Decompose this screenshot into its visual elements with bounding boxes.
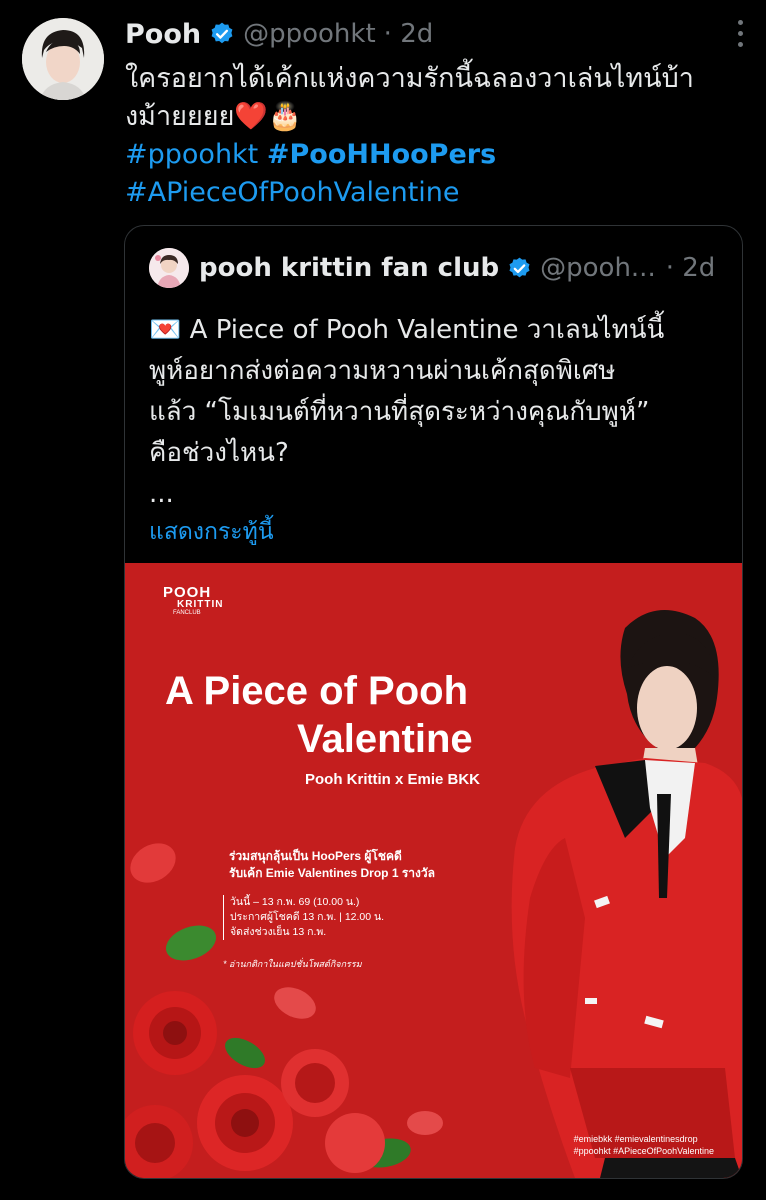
poster-hashtag-line: #emiebkk #emievalentinesdrop: [573, 1134, 698, 1144]
poster-dates: วันนี้ – 13 ก.พ. 69 (10.00 น.) ประกาศผู้…: [223, 895, 384, 940]
poster-image[interactable]: POOH KRITTIN FANCLUB A Piece of Pooh Val…: [125, 563, 742, 1178]
roses-decoration: [125, 843, 443, 1178]
author-avatar[interactable]: [22, 18, 104, 100]
poster-hashtag-line: #ppoohkt #APieceOfPoohValentine: [573, 1146, 714, 1156]
quoted-text-ellipsis: ...: [149, 479, 174, 509]
quoted-author-avatar[interactable]: [149, 248, 189, 288]
poster-title: Valentine: [297, 717, 473, 761]
poster-logo-line: FANCLUB: [173, 610, 201, 616]
quoted-tweet-time[interactable]: · 2d: [666, 253, 716, 283]
quoted-text-line: แล้ว “โมเมนต์ที่หวานที่สุดระหว่างคุณกับพ…: [149, 397, 650, 427]
poster-promo-line: รับเค้ก Emie Valentines Drop 1 รางวัล: [229, 866, 435, 880]
poster-logo: POOH KRITTIN FANCLUB: [163, 585, 223, 616]
tweet-text-line: ใครอยากได้เค้กแห่งความรักนี้ฉลองวาเล่นไท…: [125, 63, 694, 94]
poster-date-line: จัดส่งช่วงเย็น 13 ก.พ.: [230, 926, 327, 938]
poster-subtitle: Pooh Krittin x Emie BKK: [305, 771, 481, 788]
verified-badge-icon: [509, 257, 530, 277]
poster-date-line: ประกาศผู้โชคดี 13 ก.พ. | 12.00 น.: [230, 911, 385, 923]
poster-date-line: วันนี้ – 13 ก.พ. 69 (10.00 น.): [230, 896, 360, 908]
more-options-icon[interactable]: [736, 20, 744, 50]
poster-promo-line: ร่วมสนุกลุ้นเป็น HooPers ผู้โชคดี: [229, 849, 402, 863]
author-handle[interactable]: @ppoohkt: [243, 19, 376, 49]
hashtag-link[interactable]: #ppoohkt: [125, 139, 258, 170]
quoted-tweet-text: 💌 A Piece of Pooh Valentine วาเลนไทน์นี้…: [149, 310, 729, 515]
tweet-text-line: งม้ายยยย❤️🎂: [125, 101, 302, 132]
quoted-author-name[interactable]: pooh krittin fan club: [199, 253, 499, 283]
poster-title: A Piece of Pooh: [165, 669, 469, 713]
quoted-author-handle[interactable]: @pooh...: [540, 253, 656, 283]
poster-note: * อ่านกติกาในแคปชั่นโพสต์กิจกรรม: [223, 959, 362, 969]
poster-hashtags: #emiebkk #emievalentinesdrop #ppoohkt #A…: [574, 1133, 714, 1157]
hashtag-link[interactable]: #APieceOfPoohValentine: [125, 177, 460, 208]
quoted-text-line: 💌 A Piece of Pooh Valentine วาเลนไทน์นี้: [149, 315, 665, 345]
quoted-tweet-header: pooh krittin fan club @pooh... · 2d: [149, 248, 719, 288]
tweet-header: Pooh @ppoohkt · 2d: [125, 16, 746, 52]
show-thread-link[interactable]: แสดงกระทู้นี้: [149, 514, 274, 550]
quoted-tweet[interactable]: pooh krittin fan club @pooh... · 2d 💌 A …: [124, 225, 743, 1179]
tweet-time[interactable]: · 2d: [384, 19, 434, 49]
poster-logo-line: KRITTIN: [177, 599, 224, 610]
verified-badge-icon: [211, 22, 233, 44]
quoted-text-line: คือช่วงไหน?: [149, 438, 289, 468]
tweet-text: ใครอยากได้เค้กแห่งความรักนี้ฉลองวาเล่นไท…: [125, 60, 735, 136]
quoted-text-line: พูห์อยากส่งต่อความหวานผ่านเค้กสุดพิเศษ: [149, 356, 616, 386]
author-name[interactable]: Pooh: [125, 19, 201, 50]
poster-promo: ร่วมสนุกลุ้นเป็น HooPers ผู้โชคดี รับเค้…: [229, 848, 435, 882]
hashtag-link[interactable]: #PooHHooPers: [267, 139, 496, 170]
tweet-hashtags: #ppoohkt #PooHHooPers #APieceOfPoohValen…: [125, 136, 496, 212]
poster-logo-line: POOH: [163, 584, 212, 601]
